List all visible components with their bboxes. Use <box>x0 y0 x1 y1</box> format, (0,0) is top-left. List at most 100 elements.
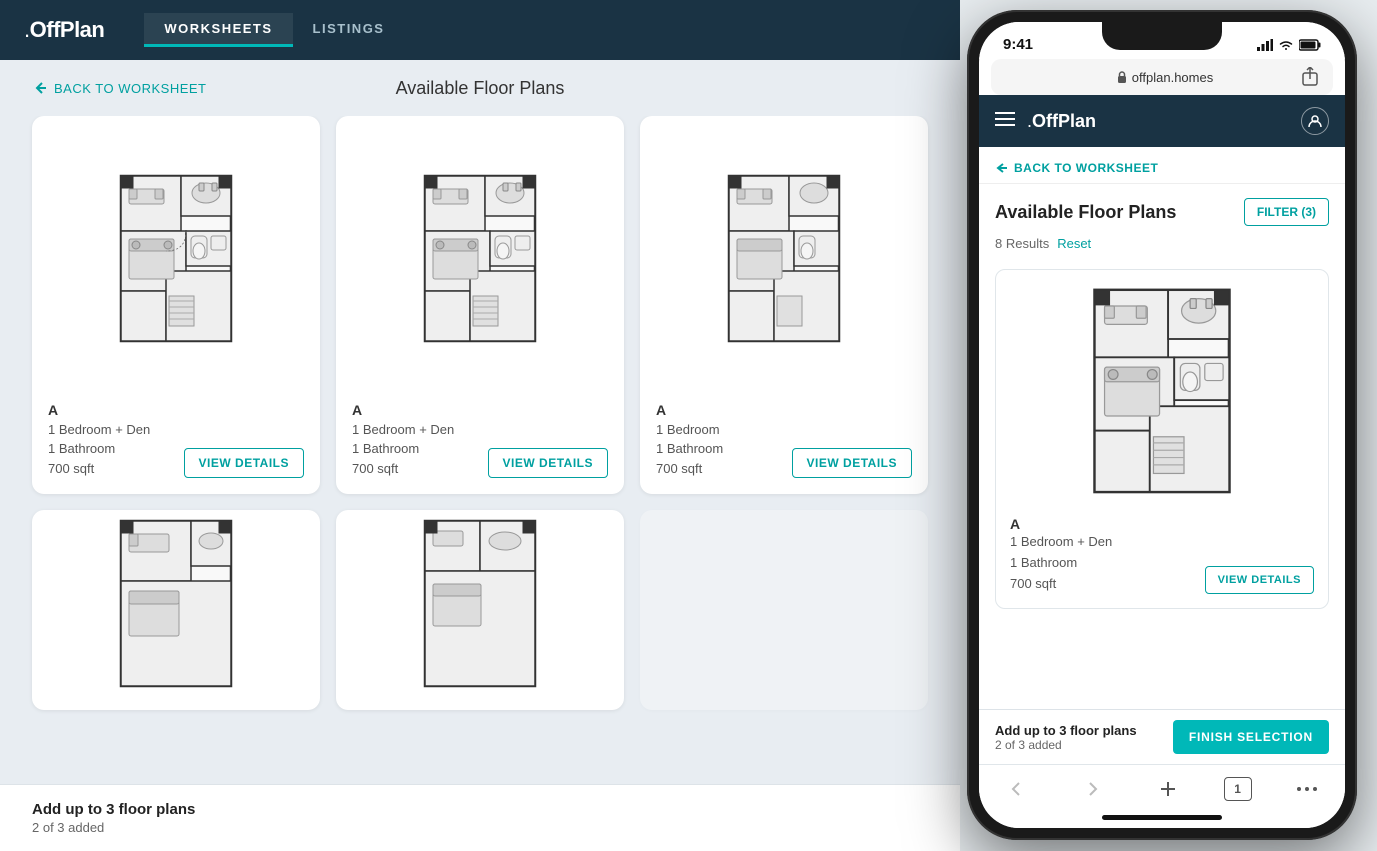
floorplan-drawing-2 <box>415 171 545 351</box>
floor-plan-image-4 <box>48 526 304 686</box>
phone-card-bathroom: 1 Bathroom <box>1010 553 1112 574</box>
phone-results-row: 8 Results Reset <box>979 236 1345 261</box>
page-title: Available Floor Plans <box>396 78 565 99</box>
phone-content: BACK TO WORKSHEET Available Floor Plans … <box>979 147 1345 709</box>
phone-back-arrow-icon <box>995 162 1009 174</box>
floor-plan-info-2: A 1 Bedroom + Den 1 Bathroom 700 sqft <box>352 402 454 479</box>
floor-plan-bathroom-2: 1 Bathroom <box>352 439 454 459</box>
floor-plan-card-6 <box>640 510 928 710</box>
desktop-nav-links: WORKSHEETS LISTINGS <box>144 13 404 47</box>
floor-plan-card-5 <box>336 510 624 710</box>
floor-plan-bedroom-2: 1 Bedroom + Den <box>352 420 454 440</box>
floor-plan-sqft-2: 700 sqft <box>352 459 454 479</box>
floor-plan-label-2: A <box>352 402 454 418</box>
floor-plan-card: A 1 Bedroom + Den 1 Bathroom 700 sqft VI… <box>32 116 320 494</box>
tab-count-btn[interactable]: 1 <box>1224 777 1252 801</box>
phone-status-icons <box>1257 39 1321 51</box>
hamburger-icon[interactable] <box>995 111 1015 132</box>
back-btn[interactable] <box>997 773 1037 805</box>
phone-url-bar: offplan.homes <box>1117 70 1213 85</box>
phone-nav: .OffPlan <box>979 95 1345 147</box>
phone-card-info: A 1 Bedroom + Den 1 Bathroom 700 sqft <box>1010 516 1112 594</box>
phone-notch <box>1102 22 1222 50</box>
phone-floorplan-drawing <box>1062 284 1262 504</box>
add-text: Add up to 3 floor plans <box>32 801 928 818</box>
floorplan-drawing-3 <box>719 171 849 351</box>
phone-add-text: Add up to 3 floor plans <box>995 723 1137 738</box>
phone-time: 9:41 <box>1003 36 1033 53</box>
home-indicator-bar <box>1102 815 1222 820</box>
filter-button[interactable]: FILTER (3) <box>1244 198 1329 226</box>
phone-added-text: 2 of 3 added <box>995 738 1137 752</box>
phone-frame: 9:41 <box>967 10 1357 840</box>
reset-link[interactable]: Reset <box>1057 236 1091 251</box>
phone-page-title: Available Floor Plans <box>995 202 1176 223</box>
phone-bottom-left: Add up to 3 floor plans 2 of 3 added <box>995 723 1137 752</box>
floor-plan-card-3: A 1 Bedroom 1 Bathroom 700 sqft VIEW DET… <box>640 116 928 494</box>
floor-plan-label-3: A <box>656 402 723 418</box>
floor-plan-sqft-3: 700 sqft <box>656 459 723 479</box>
phone-floor-plan-card: A 1 Bedroom + Den 1 Bathroom 700 sqft VI… <box>995 269 1329 609</box>
floor-plan-info-3: A 1 Bedroom 1 Bathroom 700 sqft <box>656 402 723 479</box>
phone-screen: 9:41 <box>979 22 1345 828</box>
floor-plan-bedroom-3: 1 Bedroom <box>656 420 723 440</box>
phone-card-label: A <box>1010 516 1112 532</box>
floor-plan-label-1: A <box>48 402 150 418</box>
finish-selection-btn[interactable]: FINISH SELECTION <box>1173 720 1329 754</box>
battery-icon <box>1299 39 1321 51</box>
nav-worksheets[interactable]: WORKSHEETS <box>144 13 292 47</box>
share-icon[interactable] <box>1301 67 1319 87</box>
desktop-logo: .OffPlan <box>24 17 104 43</box>
floor-plan-image-3 <box>656 132 912 390</box>
floorplan-drawing-5 <box>415 516 545 696</box>
floor-plan-info-1: A 1 Bedroom + Den 1 Bathroom 700 sqft <box>48 402 150 479</box>
forward-btn[interactable] <box>1072 773 1112 805</box>
lock-icon <box>1117 71 1127 83</box>
floorplan-drawing-4 <box>111 516 241 696</box>
user-icon[interactable] <box>1301 107 1329 135</box>
nav-listings[interactable]: LISTINGS <box>293 13 405 47</box>
phone-card-sqft: 700 sqft <box>1010 574 1112 595</box>
desktop-app: .OffPlan WORKSHEETS LISTINGS BACK TO WOR… <box>0 0 960 851</box>
phone-card-footer: A 1 Bedroom + Den 1 Bathroom 700 sqft VI… <box>1010 516 1314 594</box>
phone-card-image <box>1010 284 1314 504</box>
added-text: 2 of 3 added <box>32 820 928 835</box>
floorplan-drawing-1 <box>111 171 241 351</box>
signal-icon <box>1257 39 1273 51</box>
phone-page-header: Available Floor Plans FILTER (3) <box>979 184 1345 236</box>
back-to-worksheet-link[interactable]: BACK TO WORKSHEET <box>32 80 207 96</box>
floor-plan-footer-2: A 1 Bedroom + Den 1 Bathroom 700 sqft VI… <box>352 402 608 479</box>
view-details-btn-1[interactable]: VIEW DETAILS <box>184 448 304 478</box>
phone-toolbar: 1 <box>979 764 1345 809</box>
floor-plan-card-2: A 1 Bedroom + Den 1 Bathroom 700 sqft VI… <box>336 116 624 494</box>
phone-back-section: BACK TO WORKSHEET <box>979 147 1345 184</box>
floor-plan-image-1 <box>48 132 304 390</box>
phone-bottom-bar: Add up to 3 floor plans 2 of 3 added FIN… <box>979 709 1345 764</box>
floor-plan-footer-1: A 1 Bedroom + Den 1 Bathroom 700 sqft VI… <box>48 402 304 479</box>
phone-view-details-btn[interactable]: VIEW DETAILS <box>1205 566 1314 594</box>
phone-logo: .OffPlan <box>1027 111 1096 132</box>
floor-plan-bathroom-1: 1 Bathroom <box>48 439 150 459</box>
view-details-btn-3[interactable]: VIEW DETAILS <box>792 448 912 478</box>
phone-home-indicator <box>979 809 1345 828</box>
phone-back-link[interactable]: BACK TO WORKSHEET <box>995 161 1329 175</box>
floor-plan-footer-3: A 1 Bedroom 1 Bathroom 700 sqft VIEW DET… <box>656 402 912 479</box>
desktop-footer-bar: Add up to 3 floor plans 2 of 3 added <box>0 784 960 851</box>
more-btn[interactable] <box>1287 773 1327 805</box>
floor-plan-bedroom-1: 1 Bedroom + Den <box>48 420 150 440</box>
add-tab-btn[interactable] <box>1148 773 1188 805</box>
wifi-icon <box>1278 39 1294 51</box>
phone-wrapper: 9:41 <box>967 10 1357 840</box>
view-details-btn-2[interactable]: VIEW DETAILS <box>488 448 608 478</box>
results-count: 8 Results <box>995 236 1049 251</box>
floor-plan-image-5 <box>352 526 608 686</box>
floor-plan-sqft-1: 700 sqft <box>48 459 150 479</box>
floor-plans-grid: A 1 Bedroom + Den 1 Bathroom 700 sqft VI… <box>0 116 960 784</box>
back-arrow-icon <box>32 80 48 96</box>
phone-card-bedroom: 1 Bedroom + Den <box>1010 532 1112 553</box>
desktop-header: BACK TO WORKSHEET Available Floor Plans <box>0 60 960 116</box>
floor-plan-bathroom-3: 1 Bathroom <box>656 439 723 459</box>
floor-plan-image-2 <box>352 132 608 390</box>
url-text: offplan.homes <box>1132 70 1213 85</box>
desktop-nav: .OffPlan WORKSHEETS LISTINGS <box>0 0 960 60</box>
